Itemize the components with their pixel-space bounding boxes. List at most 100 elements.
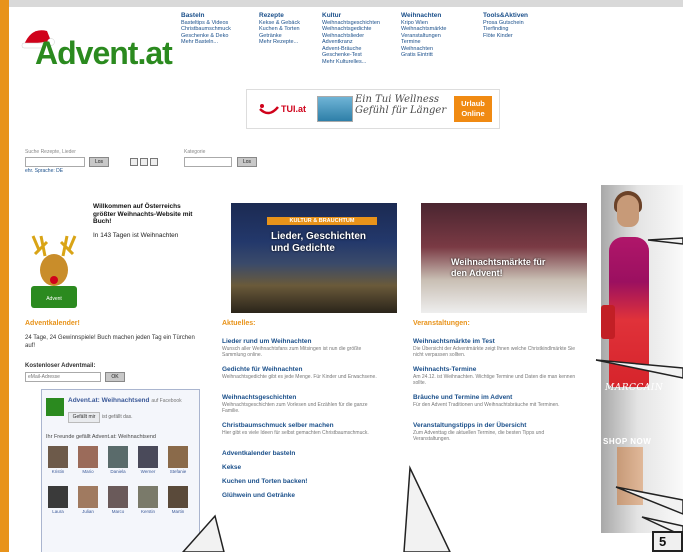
fan-avatar[interactable] [48,446,68,468]
category-button[interactable]: Los [237,157,257,167]
fan-name[interactable]: Julian [76,509,100,514]
article-teaser: Am 24.12. ist Weihnachten. Wichtige Term… [413,374,576,386]
fan-name[interactable]: Martin [166,509,190,514]
facebook-page-title[interactable]: Advent.at: Weihnachtsend auf Facebook [68,397,182,404]
fan-name[interactable]: Werner [136,469,160,474]
banner-cta-button[interactable]: Urlaub Online [454,96,492,122]
feature-title: Lieder, Geschichten und Gedichte [271,231,367,254]
article-link[interactable]: Kuchen und Torten backen! [222,478,307,485]
ad-shop-now-button[interactable]: SHOP NOW [603,437,651,446]
feature-image-markets[interactable]: Weihnachtsmärkte für den Advent! [421,203,587,313]
nav-link[interactable]: Mehr Kulturelles... [322,59,394,66]
fan-name[interactable]: Daniela [106,469,130,474]
fan-name[interactable]: Marco [106,509,130,514]
fan-name[interactable]: Kristin [46,469,70,474]
fan-name[interactable]: Laura [46,509,70,514]
fan-avatar[interactable] [138,446,158,468]
article-teaser: Weihnachtsgeschichten zum Vorlesen und E… [222,402,368,414]
nav-column-basteln: Basteln Basteltips & Videos Christbaumsc… [181,12,253,46]
mail-icon[interactable] [140,158,148,166]
article-link[interactable]: Weihnachts-Termine [413,366,476,373]
reindeer-mascot-image: Advent [31,235,77,308]
logo-tld: .at [137,35,172,71]
category-select[interactable] [184,157,232,167]
fan-avatar[interactable] [78,446,98,468]
search-sub-link[interactable]: ehr. Sprache: DE [25,168,63,174]
newsletter-email-input[interactable] [25,372,101,382]
article-teaser: Die Übersicht der Adventmärkte zeigt Ihn… [413,346,576,358]
article-link[interactable]: Lieder rund um Weihnachten [222,338,311,345]
fan-avatar[interactable] [168,486,188,508]
facebook-sub-text: auf Facebook [151,398,182,404]
article-link[interactable]: Weihnachtsmärkte im Test [413,338,495,345]
search-label: Suche Rezepte, Lieder [25,149,76,155]
adventkalender-heading[interactable]: Adventkalender! [25,320,80,327]
nav-link[interactable]: Flöte Kinder [483,33,555,40]
article-link[interactable]: Christbaumschmuck selber machen [222,422,334,429]
fan-avatar[interactable] [48,486,68,508]
search-button[interactable]: Los [89,157,109,167]
facebook-like-button[interactable]: Gefällt mir [68,412,100,423]
fan-avatar[interactable] [78,486,98,508]
column-heading-veranstaltungen[interactable]: Veranstaltungen: [413,320,470,327]
article-teaser: Zum Adventtag die aktuellen Termine, die… [413,430,545,442]
fan-name[interactable]: Kerstin [136,509,160,514]
tui-smile-icon [259,104,279,115]
logo-text: Advent [35,35,138,71]
article-link[interactable]: Gedichte für Weihnachten [222,366,302,373]
nav-link[interactable]: Mehr Rezepte... [259,39,331,46]
left-accent-bar [0,0,9,552]
search-input[interactable] [25,157,85,167]
feature-image-culture[interactable]: KULTUR & BRAUCHTUM Lieder, Geschichten u… [231,203,397,313]
nav-column-weihnachten: Weihnachten Kripo Wien Weihnachtsmärkte … [401,12,473,59]
ad-brand: MARCCAIN [605,383,664,393]
article-link[interactable]: Weihnachtsgeschichten [222,394,296,401]
facebook-title-text: Advent.at: Weihnachtsend [68,397,150,404]
article-link[interactable]: Veranstaltungstipps in der Übersicht [413,422,526,429]
logo-wordmark: Advent.at [35,35,173,72]
article-teaser: Für den Advent Traditionen und Weihnacht… [413,402,560,408]
article-teaser: Weihnachtsgedichte gibt es jede Menge. F… [222,374,377,380]
article-link[interactable]: Kekse [222,464,241,471]
facebook-likebox: Advent.at: Weihnachtsend auf Facebook Ge… [41,389,200,552]
fan-name[interactable]: Mario [76,469,100,474]
ad-model-bag [601,305,615,339]
article-teaser: Hier gibt es viele Ideen für selbst gema… [222,430,369,436]
welcome-message: Willkommen auf Österreichs größter Weihn… [93,203,193,225]
facebook-page-avatar[interactable] [46,398,64,416]
print-icon[interactable] [130,158,138,166]
banner-script-text: Ein Tui Wellness Gefühl für Länger [355,94,447,116]
site-logo[interactable]: Advent.at [17,19,187,74]
welcome-text: Willkommen auf Österreichs größter Weihn… [93,203,193,239]
window-top-strip [0,0,683,7]
fan-avatar[interactable] [138,486,158,508]
facebook-header: Advent.at: Weihnachtsend auf Facebook Ge… [46,394,195,429]
banner-photo [317,96,353,122]
callout-number-badge: 5 [652,531,683,552]
fan-avatar[interactable] [108,446,128,468]
nav-link[interactable]: Gratis Eintritt [401,52,473,59]
fan-avatar[interactable] [168,446,188,468]
nav-column-kultur: Kultur Weihnachtsgeschichten Weihnachtsg… [322,12,394,66]
feature-title: Weihnachtsmärkte für den Advent! [451,257,546,278]
newsletter-label: Kostenloser Adventmail: [25,363,96,369]
countdown-text: In 143 Tagen ist Weihnachten [93,231,179,239]
article-link[interactable]: Bräuche und Termine im Advent [413,394,512,401]
column-heading-aktuelles[interactable]: Aktuelles: [222,320,255,327]
article-link[interactable]: Glühwein und Getränke [222,492,295,499]
bookmark-icon[interactable] [150,158,158,166]
nav-column-rezepte: Rezepte Kekse & Gebäck Kuchen & Torten G… [259,12,331,46]
web-page: Advent.at Basteln Basteltips & Videos Ch… [9,7,683,552]
fan-avatar[interactable] [108,486,128,508]
nav-link[interactable]: Mehr Basteln... [181,39,253,46]
article-teaser: Wunsch aller Weihnachtsfans zum Mitsinge… [222,346,362,358]
facebook-fans-label: Ihr Freunde gefällt Advent.at: Weihnacht… [46,434,156,440]
tui-banner-ad[interactable]: TUI.at Ein Tui Wellness Gefühl für Länge… [246,89,500,129]
banner-brand: TUI.at [281,104,307,114]
fan-name[interactable]: Stefanie [166,469,190,474]
article-link[interactable]: Adventkalender basteln [222,450,295,457]
marccain-skyscraper-ad[interactable]: MARCCAIN SHOP NOW [601,185,683,533]
newsletter-submit-button[interactable]: OK [105,372,125,382]
svg-text:Advent: Advent [46,296,62,302]
feature-tag: KULTUR & BRAUCHTUM [267,217,377,225]
